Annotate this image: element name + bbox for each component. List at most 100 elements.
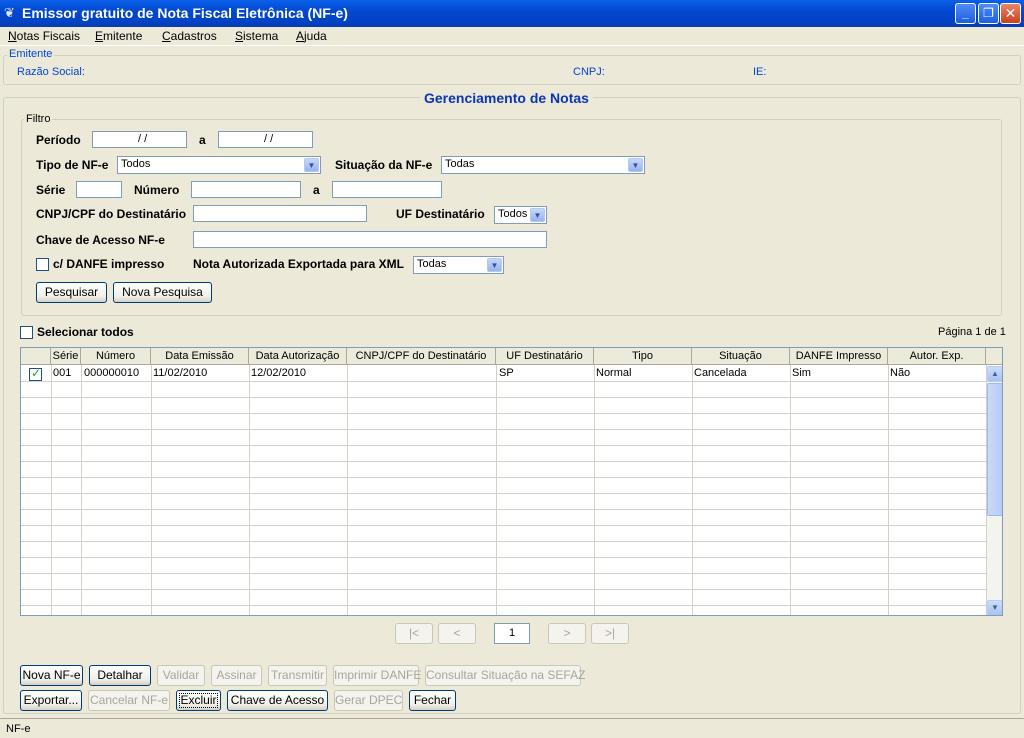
numero-to-input[interactable]	[332, 181, 442, 198]
last-page-button[interactable]: >|	[591, 623, 629, 644]
grid-line	[21, 429, 986, 430]
chevron-down-icon[interactable]: ▼	[487, 258, 502, 272]
menu-emitente[interactable]: Emitente	[95, 29, 142, 43]
filtro-legend: Filtro	[24, 113, 53, 125]
situacao-select[interactable]: Todas ▼	[441, 156, 645, 174]
grid-line	[21, 445, 986, 446]
restore-button[interactable]: ❐	[978, 3, 999, 24]
cell-tipo: Normal	[596, 367, 632, 379]
col-header-uf[interactable]: UF Destinatário	[496, 348, 594, 365]
grid-line	[21, 493, 986, 494]
col-header-emissao[interactable]: Data Emissão	[151, 348, 249, 365]
chevron-down-icon[interactable]: ▼	[530, 208, 545, 222]
tipo-select[interactable]: Todos ▼	[117, 156, 321, 174]
chevron-down-icon[interactable]: ▼	[304, 158, 319, 172]
grid-line	[81, 365, 82, 615]
nova-nfe-button[interactable]: Nova NF-e	[20, 665, 83, 686]
select-all-checkbox[interactable]	[20, 326, 33, 339]
grid-line	[21, 525, 986, 526]
ie-label: IE:	[753, 66, 767, 78]
next-page-button[interactable]: >	[548, 623, 586, 644]
grid-line	[21, 413, 986, 414]
table-row[interactable]: 001 000000010 11/02/2010 12/02/2010 SP N…	[21, 366, 986, 381]
col-header-autor-exp[interactable]: Autor. Exp.	[888, 348, 986, 365]
grid-line	[692, 365, 693, 615]
situacao-label: Situação da NF-e	[335, 158, 433, 172]
emitente-legend: Emitente	[7, 48, 55, 60]
grid-line	[888, 365, 889, 615]
exportada-label: Nota Autorizada Exportada para XML	[193, 257, 404, 271]
consultar-sefaz-button[interactable]: Consultar Situação na SEFAZ	[425, 665, 585, 686]
menu-bar: Notas Fiscais Emitente Cadastros Sistema…	[0, 27, 1024, 46]
close-button[interactable]: ✕	[1000, 3, 1021, 24]
grid-line	[790, 365, 791, 615]
prev-page-button[interactable]: <	[438, 623, 476, 644]
cell-numero: 000000010	[84, 367, 140, 379]
transmitir-button[interactable]: Transmitir	[268, 665, 327, 686]
title-bar[interactable]: ❦ Emissor gratuito de Nota Fiscal Eletrô…	[0, 0, 1024, 27]
chave-input[interactable]	[193, 231, 547, 248]
menu-notas-fiscais[interactable]: Notas Fiscais	[8, 29, 80, 43]
vertical-scrollbar[interactable]: ▲ ▼	[987, 366, 1002, 615]
app-icon: ❦	[4, 5, 15, 20]
status-text: NF-e	[6, 723, 31, 735]
col-header-cnpj[interactable]: CNPJ/CPF do Destinatário	[347, 348, 496, 365]
cnpj-label: CNPJ:	[573, 66, 605, 78]
scroll-up-icon[interactable]: ▲	[987, 366, 1002, 382]
col-header-serie[interactable]: Série	[51, 348, 81, 365]
assinar-button[interactable]: Assinar	[211, 665, 262, 686]
col-header-situacao[interactable]: Situação	[692, 348, 790, 365]
exportar-button[interactable]: Exportar...	[20, 690, 82, 711]
uf-value: Todos	[498, 208, 528, 220]
exportada-select[interactable]: Todas ▼	[413, 256, 504, 274]
col-header-numero[interactable]: Número	[81, 348, 151, 365]
grid-line	[21, 509, 986, 510]
menu-ajuda[interactable]: Ajuda	[296, 29, 327, 43]
cnpj-dest-input[interactable]	[193, 205, 367, 222]
cancelar-nfe-button[interactable]: Cancelar NF-e	[88, 690, 170, 711]
serie-label: Série	[36, 183, 66, 197]
gerar-dpec-button[interactable]: Gerar DPEC	[334, 690, 403, 711]
col-header-tipo[interactable]: Tipo	[594, 348, 692, 365]
numero-from-input[interactable]	[191, 181, 301, 198]
cell-autorizacao: 12/02/2010	[251, 367, 307, 379]
excluir-button[interactable]: Excluir	[176, 690, 221, 711]
first-page-button[interactable]: |<	[395, 623, 433, 644]
scroll-thumb[interactable]	[987, 383, 1002, 516]
periodo-from-input[interactable]: / /	[92, 131, 187, 148]
danfe-checkbox[interactable]	[36, 258, 49, 271]
emitente-group	[3, 55, 1021, 85]
menu-sistema[interactable]: Sistema	[235, 29, 278, 43]
status-bar: NF-e	[0, 718, 1024, 738]
grid-line	[51, 365, 52, 615]
minimize-button[interactable]: _	[955, 3, 976, 24]
notas-table: Série Número Data Emissão Data Autorizaç…	[20, 347, 1003, 616]
row-checkbox[interactable]	[29, 366, 42, 381]
pesquisar-button[interactable]: Pesquisar	[36, 282, 107, 303]
col-header-danfe[interactable]: DANFE Impresso	[790, 348, 888, 365]
page-number-input[interactable]: 1	[494, 623, 530, 644]
col-header-autorizacao[interactable]: Data Autorização	[249, 348, 347, 365]
serie-input[interactable]	[76, 181, 122, 198]
tipo-label: Tipo de NF-e	[36, 158, 109, 172]
col-header-select[interactable]	[21, 348, 51, 365]
chevron-down-icon[interactable]: ▼	[628, 158, 643, 172]
uf-dest-select[interactable]: Todos ▼	[494, 206, 547, 224]
imprimir-danfe-button[interactable]: Imprimir DANFE	[333, 665, 421, 686]
grid-line	[347, 365, 348, 615]
grid-line	[21, 477, 986, 478]
close-icon: ✕	[1004, 5, 1017, 21]
grid-line	[21, 541, 986, 542]
menu-cadastros[interactable]: Cadastros	[162, 29, 217, 43]
detalhar-button[interactable]: Detalhar	[89, 665, 151, 686]
select-all-label: Selecionar todos	[37, 325, 134, 339]
scroll-down-icon[interactable]: ▼	[987, 600, 1002, 615]
nova-pesquisa-button[interactable]: Nova Pesquisa	[113, 282, 212, 303]
cell-emissao: 11/02/2010	[153, 367, 208, 379]
razao-social-label: Razão Social:	[17, 66, 85, 78]
validar-button[interactable]: Validar	[157, 665, 205, 686]
chave-acesso-button[interactable]: Chave de Acesso	[227, 690, 328, 711]
cell-uf: SP	[499, 367, 514, 379]
periodo-to-input[interactable]: / /	[218, 131, 313, 148]
fechar-button[interactable]: Fechar	[409, 690, 456, 711]
